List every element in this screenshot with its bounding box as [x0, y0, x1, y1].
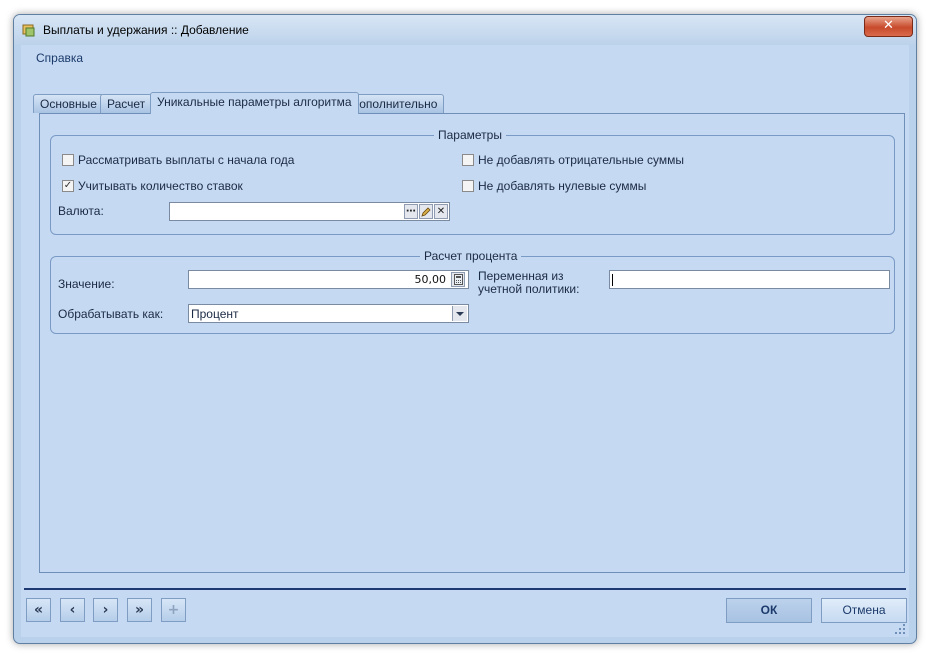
no-negative-checkbox[interactable] — [462, 154, 474, 166]
no-negative-label: Не добавлять отрицательные суммы — [478, 153, 685, 167]
calculator-button[interactable] — [451, 272, 465, 287]
cancel-button[interactable]: Отмена — [821, 598, 907, 623]
text-cursor — [612, 274, 613, 286]
add-button[interactable]: + — [161, 598, 186, 622]
footer-separator — [24, 588, 906, 590]
plus-icon: + — [167, 602, 180, 618]
nav-last-button[interactable]: » — [127, 598, 152, 622]
currency-label: Валюта: — [58, 204, 104, 218]
policy-var-field[interactable] — [609, 270, 890, 289]
tab-main[interactable]: Основные — [33, 94, 104, 113]
ellipsis-icon: ⋯ — [406, 206, 416, 217]
resize-grip-icon[interactable] — [894, 623, 906, 635]
count-rates-checkbox[interactable]: ✓ — [62, 180, 74, 192]
params-group-title: Параметры — [434, 128, 506, 142]
close-icon: ✕ — [883, 18, 894, 33]
window-title: Выплаты и удержания :: Добавление — [43, 23, 249, 37]
process-as-value: Процент — [191, 307, 239, 321]
app-icon — [22, 24, 35, 37]
dialog-window: Выплаты и удержания :: Добавление ✕ Спра… — [13, 14, 917, 644]
from-year-start-label: Рассматривать выплаты с начала года — [78, 153, 295, 167]
tab-unique-params[interactable]: Уникальные параметры алгоритма — [150, 92, 359, 114]
no-zero-checkbox[interactable] — [462, 180, 474, 192]
checkmark-icon: ✓ — [63, 180, 73, 191]
tab-calc[interactable]: Расчет — [100, 94, 153, 113]
menu-help[interactable]: Справка — [36, 51, 83, 65]
clear-icon: ✕ — [436, 206, 446, 217]
chevron-down-icon — [456, 312, 464, 316]
nav-prev-button[interactable]: ‹ — [60, 598, 85, 622]
value-label: Значение: — [58, 277, 115, 291]
currency-field[interactable]: ⋯ ✕ — [169, 202, 450, 221]
dropdown-button[interactable] — [452, 306, 467, 321]
calculator-icon — [453, 274, 463, 285]
menu-bar: Справка — [21, 45, 909, 67]
double-chevron-left-icon: « — [33, 602, 44, 618]
nav-first-button[interactable]: « — [26, 598, 51, 622]
process-as-label: Обрабатывать как: — [58, 307, 164, 321]
count-rates-label: Учитывать количество ставок — [78, 179, 243, 193]
percent-group-title: Расчет процента — [420, 249, 522, 263]
policy-var-label-line1: Переменная из — [478, 269, 564, 283]
chevron-right-icon: › — [102, 602, 109, 618]
percent-group: Расчет процента Значение: 50,00 Переменн… — [50, 249, 895, 334]
currency-edit-button[interactable] — [419, 204, 433, 219]
chevron-left-icon: ‹ — [69, 602, 76, 618]
value-text: 50,00 — [414, 273, 447, 286]
nav-next-button[interactable]: › — [93, 598, 118, 622]
tab-panel: Параметры Рассматривать выплаты с начала… — [39, 113, 905, 573]
close-button[interactable]: ✕ — [864, 16, 913, 37]
ok-button[interactable]: ОК — [726, 598, 812, 623]
policy-var-label-line2: учетной политики: — [478, 282, 580, 296]
process-as-select[interactable]: Процент — [188, 304, 469, 323]
currency-browse-button[interactable]: ⋯ — [404, 204, 418, 219]
value-field[interactable]: 50,00 — [188, 270, 469, 289]
tab-additional[interactable]: Дополнительно — [344, 94, 445, 113]
client-area: Справка Основные Расчет Уникальные парам… — [21, 45, 909, 637]
double-chevron-right-icon: » — [134, 602, 145, 618]
from-year-start-checkbox[interactable] — [62, 154, 74, 166]
pencil-icon — [421, 207, 431, 217]
title-bar: Выплаты и удержания :: Добавление ✕ — [14, 15, 916, 45]
params-group: Параметры Рассматривать выплаты с начала… — [50, 128, 895, 235]
currency-clear-button[interactable]: ✕ — [434, 204, 448, 219]
no-zero-label: Не добавлять нулевые суммы — [478, 179, 647, 193]
